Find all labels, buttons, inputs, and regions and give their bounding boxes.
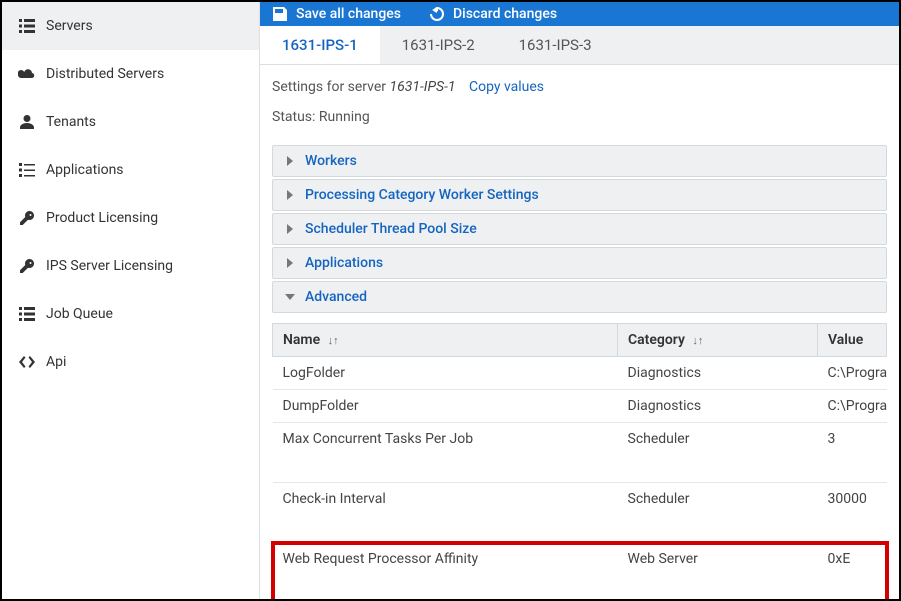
save-icon: [272, 6, 288, 22]
sidebar-item-label: Api: [46, 354, 66, 370]
settings-server-name: 1631-IPS-1: [390, 79, 456, 95]
list-alt-icon: [18, 163, 36, 177]
chevron-right-icon: [285, 224, 297, 234]
accordion-applications[interactable]: Applications: [272, 247, 887, 279]
accordion-label: Applications: [305, 255, 383, 271]
discard-changes-button[interactable]: Discard changes: [429, 6, 557, 22]
cell-value: C:\ProgramDa: [818, 357, 887, 390]
accordion-workers[interactable]: Workers: [272, 145, 887, 177]
sidebar-item-ips-server-licensing[interactable]: IPS Server Licensing: [2, 242, 259, 290]
status-line: Status: Running: [272, 109, 887, 125]
accordion-scheduler-thread-pool[interactable]: Scheduler Thread Pool Size: [272, 213, 887, 245]
cell-category: Scheduler: [618, 483, 818, 543]
cell-value: 0xE: [818, 543, 887, 600]
col-header-name[interactable]: Name ↓↑: [273, 324, 618, 357]
tab-server-3[interactable]: 1631-IPS-3: [497, 26, 614, 64]
key-icon: [18, 258, 36, 274]
sort-icon: ↓↑: [692, 334, 703, 347]
cell-name: DumpFolder: [273, 390, 618, 423]
sidebar-item-applications[interactable]: Applications: [2, 146, 259, 194]
cell-value: 3: [818, 423, 887, 483]
cell-category: Scheduler: [618, 423, 818, 483]
save-all-button[interactable]: Save all changes: [272, 6, 401, 22]
chevron-right-icon: [285, 156, 297, 166]
toolbar: Save all changes Discard changes: [260, 2, 899, 26]
sidebar-item-label: IPS Server Licensing: [46, 258, 173, 274]
person-icon: [18, 115, 36, 129]
cloud-icon: [18, 67, 36, 81]
header-text: Value: [828, 332, 863, 348]
header-text: Name: [283, 332, 320, 348]
sidebar-item-api[interactable]: Api: [2, 338, 259, 386]
tab-server-2[interactable]: 1631-IPS-2: [380, 26, 497, 64]
status-label: Status:: [272, 109, 319, 125]
list-icon: [18, 19, 36, 33]
main: Save all changes Discard changes 1631-IP…: [260, 2, 899, 599]
sidebar-item-job-queue[interactable]: Job Queue: [2, 290, 259, 338]
key-icon: [18, 210, 36, 226]
table-row[interactable]: Max Concurrent Tasks Per Job Scheduler 3: [273, 423, 887, 483]
refresh-icon: [429, 6, 445, 22]
accordion-processing-category[interactable]: Processing Category Worker Settings: [272, 179, 887, 211]
header-text: Category: [628, 332, 685, 348]
accordion-label: Advanced: [305, 289, 367, 305]
tab-label: 1631-IPS-1: [282, 36, 358, 54]
cell-name: Check-in Interval: [273, 483, 618, 543]
tab-label: 1631-IPS-3: [519, 36, 592, 54]
sort-icon: ↓↑: [328, 334, 339, 347]
sidebar: Servers Distributed Servers Tenants Appl…: [2, 2, 260, 599]
chevron-right-icon: [285, 190, 297, 200]
col-header-category[interactable]: Category ↓↑: [618, 324, 818, 357]
content: Settings for server 1631-IPS-1 Copy valu…: [260, 65, 899, 599]
cell-category: Web Server: [618, 543, 818, 600]
cell-name: LogFolder: [273, 357, 618, 390]
sidebar-item-label: Job Queue: [46, 306, 113, 322]
chevron-down-icon: [285, 292, 297, 302]
advanced-table: Name ↓↑ Category ↓↑ Value: [272, 323, 887, 599]
cell-name: Web Request Processor Affinity: [273, 543, 618, 600]
col-header-value[interactable]: Value: [818, 324, 887, 357]
sidebar-item-tenants[interactable]: Tenants: [2, 98, 259, 146]
status-value: Running: [319, 109, 370, 125]
accordion-label: Scheduler Thread Pool Size: [305, 221, 477, 237]
server-tabs: 1631-IPS-1 1631-IPS-2 1631-IPS-3: [260, 26, 899, 65]
accordion-advanced[interactable]: Advanced: [272, 281, 887, 313]
table-row-highlighted[interactable]: Web Request Processor Affinity Web Serve…: [273, 543, 887, 600]
table-row[interactable]: LogFolder Diagnostics C:\ProgramDa: [273, 357, 887, 390]
table-row[interactable]: DumpFolder Diagnostics C:\ProgramDa: [273, 390, 887, 423]
cell-name: Max Concurrent Tasks Per Job: [273, 423, 618, 483]
accordion-label: Workers: [305, 153, 357, 169]
sidebar-item-label: Distributed Servers: [46, 66, 164, 82]
chevron-right-icon: [285, 258, 297, 268]
code-icon: [18, 356, 36, 368]
sidebar-item-label: Product Licensing: [46, 210, 158, 226]
cell-category: Diagnostics: [618, 357, 818, 390]
cell-value: 30000: [818, 483, 887, 543]
cell-category: Diagnostics: [618, 390, 818, 423]
sidebar-item-label: Tenants: [46, 114, 96, 130]
settings-prefix: Settings for server: [272, 79, 390, 95]
discard-label: Discard changes: [453, 6, 557, 22]
sidebar-item-distributed-servers[interactable]: Distributed Servers: [2, 50, 259, 98]
accordion-label: Processing Category Worker Settings: [305, 187, 539, 203]
settings-for-server-line: Settings for server 1631-IPS-1 Copy valu…: [272, 79, 887, 95]
sidebar-item-product-licensing[interactable]: Product Licensing: [2, 194, 259, 242]
sidebar-item-label: Servers: [46, 18, 93, 34]
table-row[interactable]: Check-in Interval Scheduler 30000: [273, 483, 887, 543]
tab-label: 1631-IPS-2: [402, 36, 475, 54]
copy-values-link[interactable]: Copy values: [469, 79, 544, 95]
cell-value: C:\ProgramDa: [818, 390, 887, 423]
save-label: Save all changes: [296, 6, 401, 22]
list-icon: [18, 307, 36, 321]
sidebar-item-label: Applications: [46, 162, 124, 178]
tab-server-1[interactable]: 1631-IPS-1: [260, 26, 380, 64]
sidebar-item-servers[interactable]: Servers: [2, 2, 259, 50]
